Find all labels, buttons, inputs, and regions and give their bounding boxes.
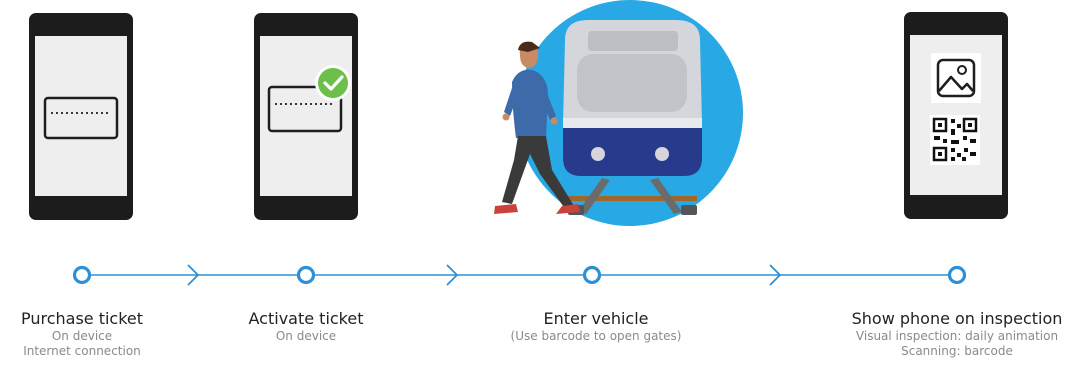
step-detail: Internet connection <box>23 344 141 358</box>
step-title: Enter vehicle <box>543 309 649 328</box>
image-animation-icon <box>931 53 981 103</box>
phone-inspection-illustration <box>904 12 1008 219</box>
qr-code-icon <box>930 115 980 165</box>
timeline-node-purchase <box>72 265 92 285</box>
step-detail: On device <box>275 329 337 343</box>
step-title: Purchase ticket <box>20 309 144 328</box>
checkmark-icon <box>315 65 351 101</box>
timeline-node-inspection <box>947 265 967 285</box>
timeline-node-activate <box>296 265 316 285</box>
step-inspection: Show phone on inspection Visual inspecti… <box>852 309 1063 359</box>
enter-vehicle-illustration <box>494 0 743 226</box>
train-icon <box>563 20 702 176</box>
step-title: Show phone on inspection <box>851 309 1063 328</box>
step-enter: Enter vehicle (Use barcode to open gates… <box>511 309 682 344</box>
step-detail: On device <box>51 329 113 343</box>
timeline <box>72 264 967 286</box>
ticket-process-diagram: Purchase ticket On device Internet conne… <box>0 0 1073 366</box>
step-activate: Activate ticket On device <box>249 309 364 344</box>
step-detail: Visual inspection: daily animation <box>855 329 1059 343</box>
step-detail: Scanning: barcode <box>901 344 1013 358</box>
phone-activate-illustration <box>254 13 358 220</box>
step-title: Activate ticket <box>248 309 364 328</box>
step-detail: (Use barcode to open gates) <box>510 329 682 343</box>
phone-purchase-illustration <box>29 13 133 220</box>
timeline-node-enter <box>582 265 602 285</box>
step-purchase: Purchase ticket On device Internet conne… <box>21 309 143 359</box>
